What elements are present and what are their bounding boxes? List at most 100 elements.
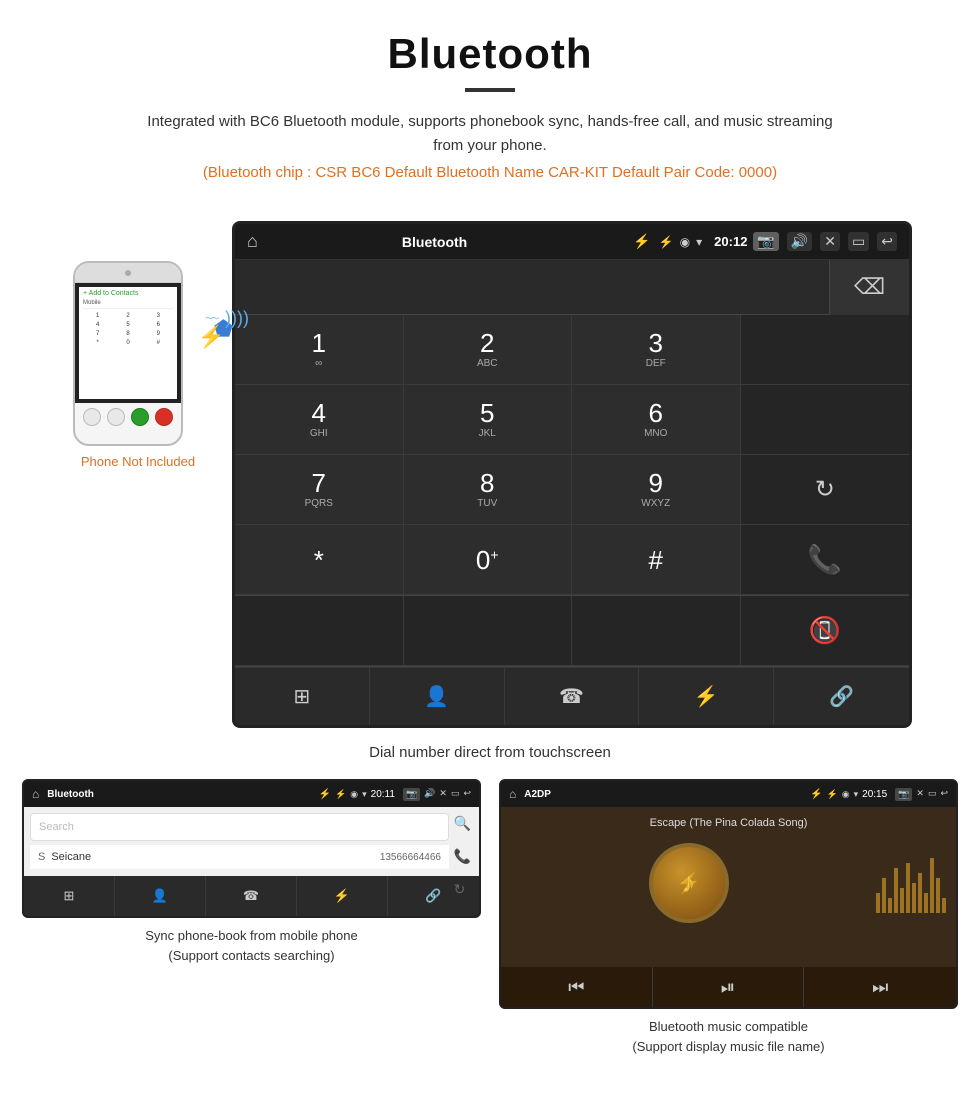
pb-vol-icon: 🔊 — [424, 788, 435, 801]
phonebook-search-bar: Search — [30, 813, 449, 841]
phone-mock-dot — [125, 270, 131, 276]
key-empty-1 — [741, 315, 910, 385]
phone-contact-item: Mobile — [83, 300, 173, 309]
entry-name: Seicane — [51, 851, 379, 863]
key-0[interactable]: 0+ — [404, 525, 573, 595]
pb-status-icons: ⚡ ◉ ▾ 20:11 — [335, 789, 395, 800]
page-header: Bluetooth Integrated with BC6 Bluetooth … — [0, 0, 980, 211]
dial-caption: Dial number direct from touchscreen — [0, 744, 980, 761]
music-album-art: ♪ ⚡ — [649, 843, 729, 923]
music-play-pause-btn[interactable]: ⏯ — [653, 967, 805, 1007]
key-star[interactable]: * — [235, 525, 404, 595]
key-6[interactable]: 6 MNO — [572, 385, 741, 455]
key-placeholder-1 — [235, 596, 404, 666]
music-statusbar: ⌂ A2DP ⚡ ⚡ ◉ ▾ 20:15 📷 ✕ ▭ ↩ — [501, 781, 956, 807]
music-body: Escape (The Pina Colada Song) ♪ ⚡ — [501, 807, 956, 967]
dial-status-title: Bluetooth — [266, 234, 603, 250]
reload-side-icon[interactable]: ↻ — [454, 881, 471, 898]
bt-signal-group: 〜〜 ⚡ — [198, 313, 225, 350]
pb-close-icon: ✕ — [439, 788, 447, 801]
music-device: ⌂ A2DP ⚡ ⚡ ◉ ▾ 20:15 📷 ✕ ▭ ↩ Escape ( — [499, 779, 958, 1009]
key-call-green[interactable]: 📞 — [741, 525, 910, 595]
pb-nav-contacts[interactable]: 👤 — [115, 876, 206, 916]
phone-home-btn — [107, 408, 125, 426]
phone-end-btn — [155, 408, 173, 426]
usb-icon: ⚡ — [633, 233, 650, 250]
volume-icon[interactable]: 🔊 — [787, 232, 812, 251]
music-caption: Bluetooth music compatible (Support disp… — [632, 1017, 824, 1056]
signal-arc-top: 〜〜 — [205, 313, 217, 324]
music-status-icons: ⚡ ◉ ▾ 20:15 — [827, 789, 888, 800]
status-right-icons: 📷 🔊 ✕ ▭ ↩ — [753, 232, 897, 251]
dial-backspace-btn[interactable]: ⌫ — [829, 260, 909, 315]
music-bt-icon: ⚡ — [827, 789, 838, 800]
status-icons-group: ⚡ ◉ ▾ 20:12 — [659, 234, 754, 249]
key-7[interactable]: 7 PQRS — [235, 455, 404, 525]
pb-home-icon: ⌂ — [32, 787, 39, 801]
key-3[interactable]: 3 DEF — [572, 315, 741, 385]
music-visualizer — [876, 853, 946, 913]
nav-link-btn[interactable]: 🔗 — [774, 668, 909, 725]
bluetooth-symbol: ⚡ — [198, 324, 225, 350]
pb-nav-phone[interactable]: ☎ — [206, 876, 297, 916]
nav-phone-btn[interactable]: ☎ — [505, 668, 640, 725]
phone-mock-screen: + Add to Contacts Mobile 123 456 789 *0# — [75, 283, 181, 403]
reload-icon: ↻ — [815, 475, 835, 504]
search-side-icon[interactable]: 🔍 — [454, 815, 471, 832]
page-description: Integrated with BC6 Bluetooth module, su… — [140, 110, 840, 158]
music-back-icon: ↩ — [940, 788, 948, 801]
phonebook-statusbar: ⌂ Bluetooth ⚡ ⚡ ◉ ▾ 20:11 📷 🔊 ✕ ▭ ↩ — [24, 781, 479, 807]
pb-usb-icon: ⚡ — [319, 789, 331, 800]
key-5[interactable]: 5 JKL — [404, 385, 573, 455]
camera-icon[interactable]: 📷 — [753, 232, 778, 251]
music-home-icon: ⌂ — [509, 787, 516, 801]
key-reload[interactable]: ↻ — [741, 455, 910, 525]
phone-keypad: 123 456 789 *0# — [83, 312, 173, 347]
search-row: Search — [30, 813, 449, 845]
phone-side-icon[interactable]: 📞 — [454, 848, 471, 865]
phonebook-body: Search S Seicane 13566664466 — [24, 807, 479, 876]
pb-status-time: 20:11 — [371, 789, 395, 800]
screen-icon[interactable]: ▭ — [848, 232, 869, 251]
home-icon[interactable]: ⌂ — [247, 231, 258, 252]
key-hash[interactable]: # — [572, 525, 741, 595]
pb-back-icon: ↩ — [463, 788, 471, 801]
phonebook-block: ⌂ Bluetooth ⚡ ⚡ ◉ ▾ 20:11 📷 🔊 ✕ ▭ ↩ — [22, 779, 481, 1056]
music-next-btn[interactable]: ⏭ — [804, 967, 956, 1007]
key-2[interactable]: 2 ABC — [404, 315, 573, 385]
phone-add-contact: + Add to Contacts — [83, 290, 173, 297]
pb-nav-bluetooth[interactable]: ⚡ — [297, 876, 388, 916]
wifi-icon: ▾ — [696, 235, 702, 249]
phone-mock-top — [75, 263, 181, 283]
pb-bt-icon: ⚡ — [335, 789, 346, 800]
nav-keypad-btn[interactable]: ⊞ — [235, 668, 370, 725]
pb-loc-icon: ◉ — [350, 789, 358, 800]
music-status-title: A2DP — [524, 789, 806, 800]
music-song-title: Escape (The Pina Colada Song) — [650, 817, 808, 829]
call-icon: 📞 — [807, 543, 842, 576]
search-placeholder: Search — [39, 821, 74, 833]
key-end-call[interactable]: 📵 — [741, 596, 910, 666]
dial-statusbar: ⌂ Bluetooth ⚡ ⚡ ◉ ▾ 20:12 📷 🔊 ✕ ▭ ↩ — [235, 224, 909, 260]
music-prev-btn[interactable]: ⏮ — [501, 967, 653, 1007]
back-icon[interactable]: ↩ — [877, 232, 897, 251]
phonebook-caption: Sync phone-book from mobile phone (Suppo… — [145, 926, 357, 965]
music-block: ⌂ A2DP ⚡ ⚡ ◉ ▾ 20:15 📷 ✕ ▭ ↩ Escape ( — [499, 779, 958, 1056]
pb-wifi-icon: ▾ — [362, 789, 367, 800]
phone-illustration: + Add to Contacts Mobile 123 456 789 *0# — [68, 261, 208, 469]
nav-bluetooth-nav-btn[interactable]: ⚡ — [639, 668, 774, 725]
close-icon[interactable]: ✕ — [820, 232, 840, 251]
phonebook-nav: ⊞ 👤 ☎ ⚡ 🔗 — [24, 876, 479, 916]
entry-letter: S — [38, 851, 45, 863]
pb-status-title: Bluetooth — [47, 789, 314, 800]
pb-nav-keypad[interactable]: ⊞ — [24, 876, 115, 916]
nav-contacts-btn[interactable]: 👤 — [370, 668, 505, 725]
key-4[interactable]: 4 GHI — [235, 385, 404, 455]
entry-number: 13566664466 — [380, 852, 441, 863]
music-camera-icon: 📷 — [895, 788, 912, 801]
key-1[interactable]: 1 ∞ — [235, 315, 404, 385]
key-8[interactable]: 8 TUV — [404, 455, 573, 525]
key-empty-2 — [741, 385, 910, 455]
phonebook-entry[interactable]: S Seicane 13566664466 — [30, 845, 449, 870]
key-9[interactable]: 9 WXYZ — [572, 455, 741, 525]
